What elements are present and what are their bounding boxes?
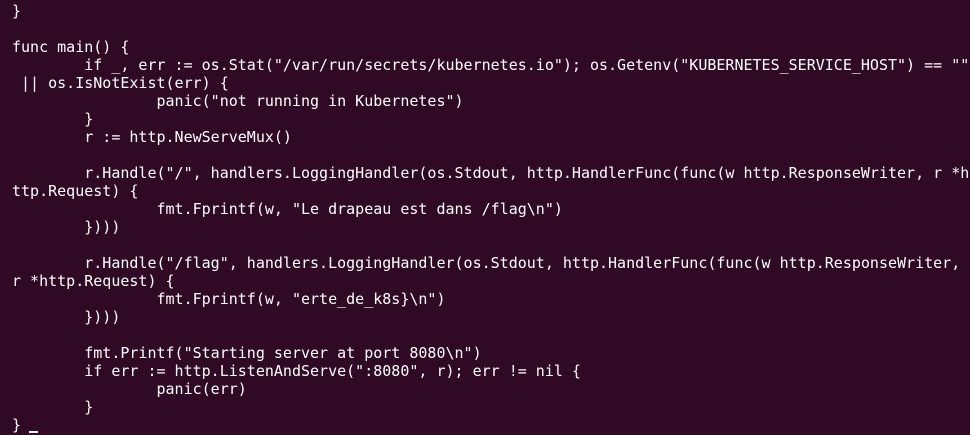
code-line: fmt.Fprintf(w, "erte_de_k8s}\n") — [12, 290, 446, 308]
code-line: fmt.Printf("Starting server at port 8080… — [12, 344, 482, 362]
text-cursor — [29, 431, 39, 433]
code-line: r.Handle("/flag", handlers.LoggingHandle… — [12, 254, 961, 272]
code-line: panic(err) — [12, 380, 247, 398]
code-line: fmt.Fprintf(w, "Le drapeau est dans /fla… — [12, 200, 563, 218]
terminal-window[interactable]: } func main() { if _, err := os.Stat("/v… — [0, 0, 970, 435]
code-line: r *http.Request) { — [12, 272, 175, 290]
code-line: || os.IsNotExist(err) { — [12, 74, 229, 92]
code-line-text: } — [12, 416, 22, 434]
code-line: }))) — [12, 218, 121, 236]
code-line: panic("not running in Kubernetes") — [12, 92, 464, 110]
code-line: } — [12, 2, 22, 20]
code-line: } — [12, 110, 94, 128]
code-line-last: } — [12, 416, 39, 434]
code-line: func main() { — [12, 38, 130, 56]
code-line: ttp.Request) { — [12, 182, 139, 200]
code-line: r := http.NewServeMux() — [12, 128, 292, 146]
code-line: if _, err := os.Stat("/var/run/secrets/k… — [12, 56, 970, 74]
code-line: r.Handle("/", handlers.LoggingHandler(os… — [12, 164, 970, 182]
code-line: }))) — [12, 308, 121, 326]
code-line: } — [12, 398, 94, 416]
code-line: if err := http.ListenAndServe(":8080", r… — [12, 362, 581, 380]
